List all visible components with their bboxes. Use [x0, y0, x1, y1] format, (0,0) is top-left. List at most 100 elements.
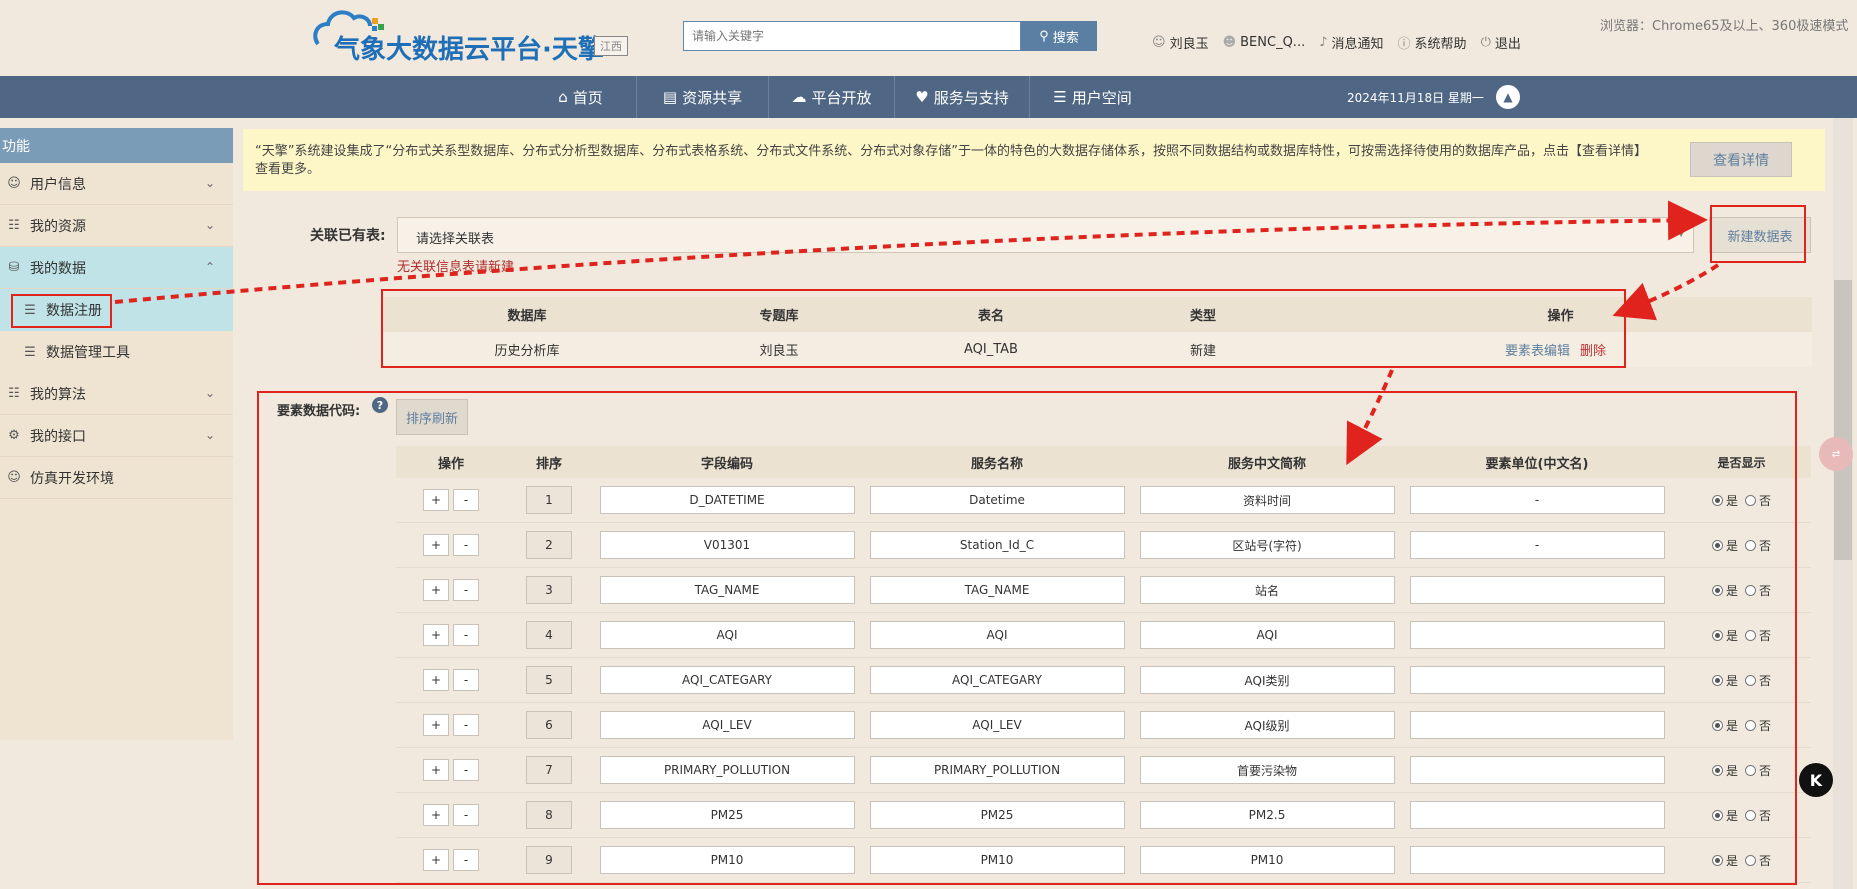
unit-input[interactable] — [1409, 846, 1665, 874]
nav-platform-open[interactable]: ☁ 平台开放 — [769, 76, 895, 118]
remove-row-button[interactable]: - — [453, 534, 479, 556]
scrollbar-thumb[interactable] — [1834, 280, 1852, 560]
show-yes-radio[interactable] — [1711, 629, 1723, 641]
service-cn-input[interactable]: AQI级别 — [1139, 711, 1395, 739]
service-cn-input[interactable]: PM2.5 — [1139, 801, 1395, 829]
field-code-input[interactable]: V01301 — [599, 531, 855, 559]
search-input[interactable] — [683, 21, 1021, 51]
delete-link[interactable]: 删除 — [1580, 344, 1606, 359]
sort-input[interactable]: 9 — [526, 846, 572, 874]
service-cn-input[interactable]: 资料时间 — [1139, 486, 1395, 514]
add-row-button[interactable]: + — [423, 579, 449, 601]
messages-link[interactable]: ♪ 消息通知 — [1319, 33, 1383, 52]
sidebar-item-my-data[interactable]: ⛁ 我的数据 ⌃ — [0, 247, 233, 289]
sort-refresh-button[interactable]: 排序刷新 — [396, 399, 468, 435]
service-name-input[interactable]: AQI_CATEGARY — [869, 666, 1125, 694]
service-cn-input[interactable]: 站名 — [1139, 576, 1395, 604]
field-code-input[interactable]: PRIMARY_POLLUTION — [599, 756, 855, 784]
service-name-input[interactable]: TAG_NAME — [869, 576, 1125, 604]
remove-row-button[interactable]: - — [453, 759, 479, 781]
sort-input[interactable]: 8 — [526, 801, 572, 829]
show-no-radio[interactable] — [1745, 539, 1756, 551]
unit-input[interactable] — [1409, 801, 1665, 829]
remove-row-button[interactable]: - — [453, 804, 479, 826]
field-code-input[interactable]: D_DATETIME — [599, 486, 855, 514]
sort-input[interactable]: 5 — [526, 666, 572, 694]
sort-input[interactable]: 2 — [526, 531, 572, 559]
remove-row-button[interactable]: - — [453, 624, 479, 646]
show-yes-radio[interactable] — [1711, 674, 1723, 686]
sort-input[interactable]: 3 — [526, 576, 572, 604]
service-name-input[interactable]: AQI — [869, 621, 1125, 649]
add-row-button[interactable]: + — [423, 804, 449, 826]
add-row-button[interactable]: + — [423, 534, 449, 556]
user-link[interactable]: ☺ 刘良玉 — [1152, 33, 1209, 52]
show-no-radio[interactable] — [1745, 494, 1756, 506]
unit-input[interactable] — [1409, 711, 1665, 739]
show-no-radio[interactable] — [1745, 764, 1756, 776]
unit-input[interactable]: - — [1409, 486, 1665, 514]
service-name-input[interactable]: AQI_LEV — [869, 711, 1125, 739]
logout-link[interactable]: ⏻ 退出 — [1481, 33, 1521, 52]
show-no-radio[interactable] — [1745, 584, 1756, 596]
nav-user-space[interactable]: ☰ 用户空间 — [1030, 76, 1155, 118]
unit-input[interactable] — [1409, 756, 1665, 784]
help-link[interactable]: ⓘ 系统帮助 — [1398, 33, 1467, 52]
sidebar-item-data-tools[interactable]: ☰ 数据管理工具 — [0, 331, 233, 373]
edit-elements-link[interactable]: 要素表编辑 — [1505, 344, 1570, 359]
new-table-button[interactable]: 新建数据表 — [1709, 217, 1811, 253]
show-no-radio[interactable] — [1745, 809, 1756, 821]
show-yes-radio[interactable] — [1711, 539, 1723, 551]
add-row-button[interactable]: + — [423, 849, 449, 871]
service-name-input[interactable]: Datetime — [869, 486, 1125, 514]
field-code-input[interactable]: PM10 — [599, 846, 855, 874]
sort-input[interactable]: 4 — [526, 621, 572, 649]
assistant-k-icon[interactable]: K — [1799, 763, 1833, 797]
service-cn-input[interactable]: AQI — [1139, 621, 1395, 649]
sidebar-item-my-algorithms[interactable]: ☷ 我的算法 ⌄ — [0, 373, 233, 415]
nav-service-support[interactable]: ♥ 服务与支持 — [895, 76, 1030, 118]
relation-select[interactable]: 请选择关联表 ▼ — [397, 217, 1694, 253]
nav-resource-share[interactable]: ▤ 资源共享 — [637, 76, 769, 118]
account-link[interactable]: ☻ BENC_Q... — [1223, 33, 1306, 52]
remove-row-button[interactable]: - — [453, 579, 479, 601]
help-icon[interactable]: ? — [372, 397, 388, 413]
sort-input[interactable]: 1 — [526, 486, 572, 514]
remove-row-button[interactable]: - — [453, 669, 479, 691]
unit-input[interactable] — [1409, 666, 1665, 694]
add-row-button[interactable]: + — [423, 669, 449, 691]
search-button[interactable]: ⚲ 搜索 — [1021, 21, 1097, 51]
show-no-radio[interactable] — [1745, 719, 1756, 731]
service-name-input[interactable]: PRIMARY_POLLUTION — [869, 756, 1125, 784]
field-code-input[interactable]: TAG_NAME — [599, 576, 855, 604]
add-row-button[interactable]: + — [423, 759, 449, 781]
service-name-input[interactable]: PM25 — [869, 801, 1125, 829]
show-no-radio[interactable] — [1745, 629, 1756, 641]
collapse-up-icon[interactable]: ▲ — [1496, 85, 1520, 109]
field-code-input[interactable]: AQI — [599, 621, 855, 649]
show-yes-radio[interactable] — [1711, 764, 1723, 776]
nav-home[interactable]: ⌂ 首页 — [525, 76, 637, 118]
unit-input[interactable]: - — [1409, 531, 1665, 559]
remove-row-button[interactable]: - — [453, 714, 479, 736]
show-yes-radio[interactable] — [1711, 854, 1723, 866]
show-yes-radio[interactable] — [1711, 719, 1723, 731]
sidebar-item-my-resources[interactable]: ☷ 我的资源 ⌄ — [0, 205, 233, 247]
add-row-button[interactable]: + — [423, 489, 449, 511]
remove-row-button[interactable]: - — [453, 489, 479, 511]
show-yes-radio[interactable] — [1711, 584, 1723, 596]
service-cn-input[interactable]: 首要污染物 — [1139, 756, 1395, 784]
add-row-button[interactable]: + — [423, 624, 449, 646]
field-code-input[interactable]: PM25 — [599, 801, 855, 829]
field-code-input[interactable]: AQI_LEV — [599, 711, 855, 739]
sort-input[interactable]: 6 — [526, 711, 572, 739]
show-yes-radio[interactable] — [1711, 494, 1723, 506]
unit-input[interactable] — [1409, 576, 1665, 604]
sidebar-item-sim-env[interactable]: ☺ 仿真开发环境 — [0, 457, 233, 499]
service-name-input[interactable]: Station_Id_C — [869, 531, 1125, 559]
service-cn-input[interactable]: AQI类别 — [1139, 666, 1395, 694]
add-row-button[interactable]: + — [423, 714, 449, 736]
remove-row-button[interactable]: - — [453, 849, 479, 871]
logo[interactable]: 气象大数据云平台·天擎 江西 — [312, 6, 632, 66]
unit-input[interactable] — [1409, 621, 1665, 649]
